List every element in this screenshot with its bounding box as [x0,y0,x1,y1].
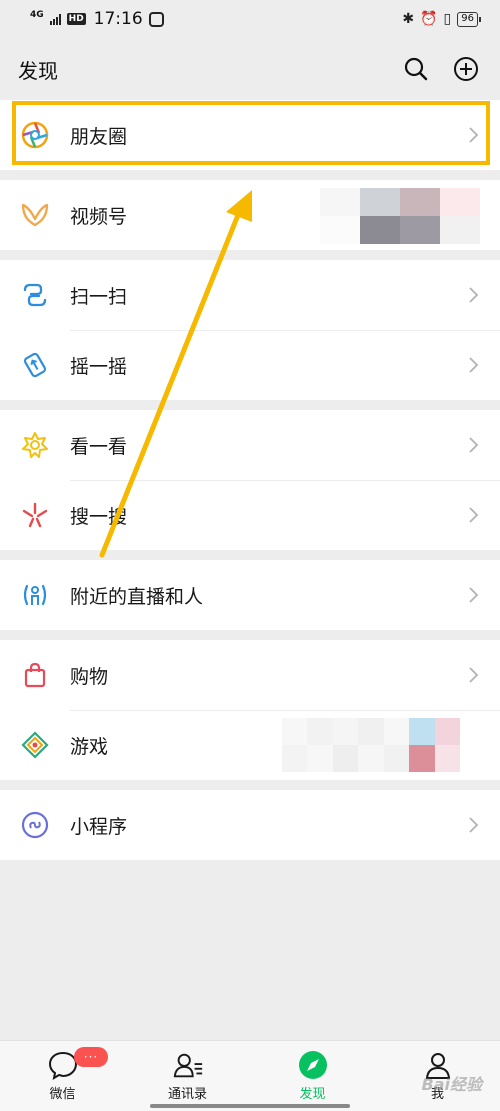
discover-icon [297,1049,329,1081]
network-type: 4G [30,9,44,20]
unread-badge: ··· [74,1047,108,1067]
top-stories-icon [20,430,50,460]
search-spark-icon [20,500,50,530]
hd-badge: HD [66,13,86,25]
tab-chats[interactable]: ··· 微信 [0,1041,125,1111]
row-games[interactable]: 游戏 [0,710,500,780]
group-channels: 视频号 [0,180,500,250]
alarm-icon: ⏰ [420,11,438,27]
bluetooth-icon: ✱ [402,11,415,27]
contacts-icon [172,1049,204,1081]
row-label: 附近的直播和人 [70,585,204,608]
search-button[interactable] [402,55,430,83]
row-moments[interactable]: 朋友圈 [0,100,500,170]
group-shop-games: 购物 游戏 [0,640,500,780]
row-top-stories[interactable]: 看一看 [0,410,500,480]
chevron-right-icon [469,817,479,833]
row-mini-programs[interactable]: 小程序 [0,790,500,860]
row-shopping[interactable]: 购物 [0,640,500,710]
home-indicator[interactable] [150,1104,350,1108]
row-label: 购物 [70,665,109,688]
tab-label: 微信 [49,1087,76,1102]
vibrate-icon: ▯ [443,11,452,27]
tab-label: 通讯录 [167,1087,207,1102]
row-label: 搜一搜 [70,505,128,528]
shake-icon [20,350,50,380]
signal-icon [49,13,61,25]
shopping-bag-icon [20,660,50,690]
group-moments: 朋友圈 [0,100,500,170]
tab-contacts[interactable]: 通讯录 [125,1041,250,1111]
chevron-right-icon [469,357,479,373]
battery-level: 96 [461,12,474,24]
row-label: 摇一摇 [70,355,128,378]
group-scan-shake: 扫一扫 摇一摇 [0,260,500,400]
row-label: 扫一扫 [70,285,128,308]
status-bar: 4G HD 17:16 ✱ ⏰ ▯ 96 [0,0,500,38]
nearby-icon [20,580,50,610]
battery-icon: 96 [457,11,481,27]
chevron-right-icon [469,587,479,603]
row-nearby[interactable]: 附近的直播和人 [0,560,500,630]
page-title: 发现 [18,58,58,83]
chevron-right-icon [469,437,479,453]
chevron-right-icon [469,507,479,523]
page-header: 发现 [0,38,500,100]
games-icon [20,730,50,760]
plus-circle-icon [454,57,478,81]
chevron-right-icon [469,287,479,303]
watermark: Bai经验 [421,1075,482,1094]
tab-bar: ··· 微信 通讯录 发现 我 Bai经验 [0,1040,500,1111]
group-nearby: 附近的直播和人 [0,560,500,630]
group-mini-programs: 小程序 [0,790,500,860]
notification-app-icon [148,11,164,27]
row-label: 看一看 [70,435,128,458]
scan-icon [20,280,50,310]
tab-label: 发现 [299,1087,326,1102]
add-button[interactable] [452,55,480,83]
row-label: 小程序 [70,815,128,838]
row-label: 朋友圈 [70,125,128,148]
clock: 17:16 [93,9,143,29]
tab-discover[interactable]: 发现 [250,1041,375,1111]
row-channels[interactable]: 视频号 [0,180,500,250]
group-look-search: 看一看 搜一搜 [0,410,500,550]
row-scan[interactable]: 扫一扫 [0,260,500,330]
moments-icon [20,120,50,150]
blurred-preview [320,188,480,244]
chevron-right-icon [469,667,479,683]
mini-program-icon [20,810,50,840]
blurred-preview [282,718,460,772]
row-shake[interactable]: 摇一摇 [0,330,500,400]
channels-icon [20,200,50,230]
chevron-right-icon [469,127,479,143]
search-icon [404,57,428,81]
row-search[interactable]: 搜一搜 [0,480,500,550]
